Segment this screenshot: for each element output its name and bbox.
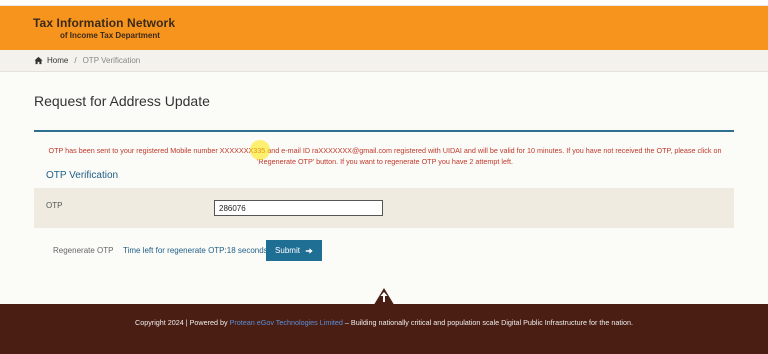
submit-label: Submit (275, 246, 300, 255)
cursor-highlight (250, 140, 270, 160)
footer-prefix: Copyright 2024 | Powered by (135, 318, 230, 327)
breadcrumb-current: OTP Verification (82, 56, 141, 65)
site-subtitle: of Income Tax Department (60, 31, 160, 40)
site-footer (0, 304, 768, 354)
otp-sent-message: OTP has been sent to your registered Mob… (48, 146, 722, 166)
title-divider (34, 130, 734, 132)
otp-form-row: OTP (34, 188, 734, 228)
site-title[interactable]: Tax Information Network (33, 16, 175, 30)
footer-company-link[interactable]: Protean eGov Technologies Limited (230, 318, 343, 327)
otp-label: OTP (46, 201, 63, 210)
footer-copyright: Copyright 2024 | Powered by Protean eGov… (0, 318, 768, 327)
footer-suffix: – Building nationally critical and popul… (342, 318, 633, 327)
arrow-right-icon (305, 247, 313, 254)
breadcrumb-home-link[interactable]: Home (47, 56, 68, 65)
regenerate-otp-label[interactable]: Regenerate OTP (53, 246, 113, 255)
regenerate-timer: Time left for regenerate OTP:18 seconds (123, 246, 268, 255)
site-header: Tax Information Network of Income Tax De… (0, 6, 768, 50)
section-title: OTP Verification (46, 170, 119, 181)
otp-input[interactable] (214, 200, 383, 216)
submit-button[interactable]: Submit (266, 240, 322, 261)
breadcrumb: Home / OTP Verification (34, 56, 140, 65)
home-icon[interactable] (34, 56, 43, 65)
breadcrumb-bar: Home / OTP Verification (0, 50, 768, 72)
arrow-up-icon[interactable] (378, 290, 390, 304)
breadcrumb-separator: / (74, 56, 77, 65)
page-title: Request for Address Update (34, 93, 210, 109)
